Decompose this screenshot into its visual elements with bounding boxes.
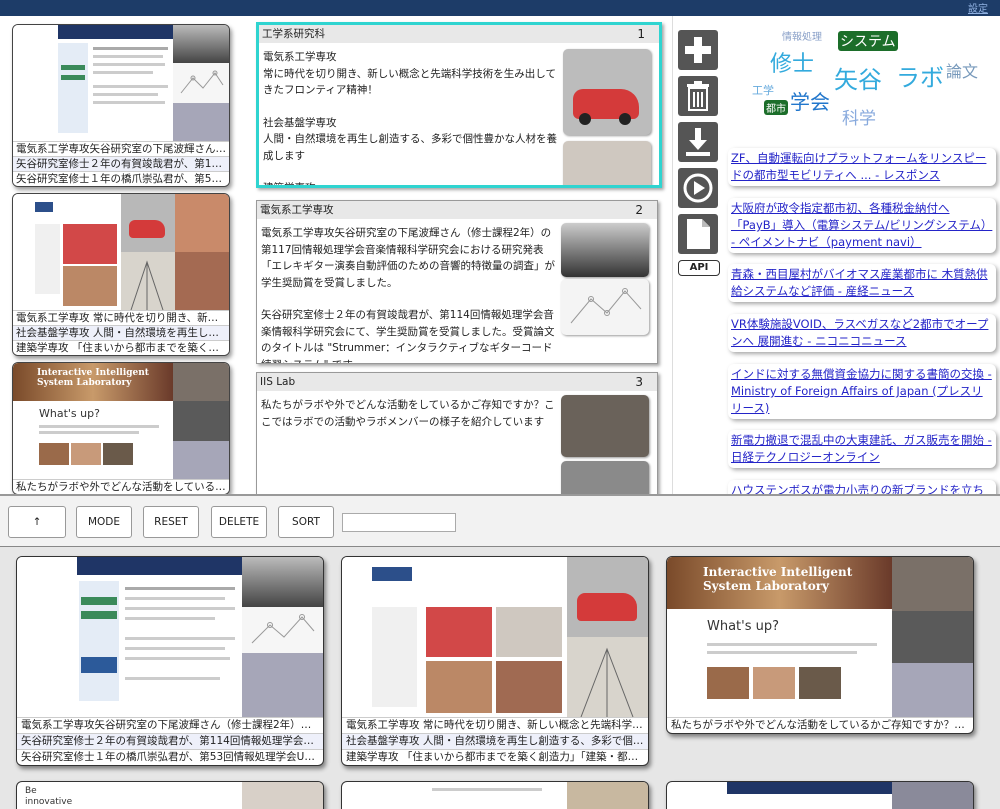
document-image-car [563, 49, 651, 135]
top-bar: 設定 [0, 0, 1000, 16]
thumbnail-caption: 私たちがラボや外でどんな活動をしている… [13, 479, 229, 494]
thumbnail-collage: Interactive Intelligent System Laborator… [13, 363, 229, 479]
thumbnail-caption: 矢谷研究室修士１年の橋爪崇弘君が、第53… [13, 171, 229, 186]
api-button[interactable]: API [678, 260, 720, 276]
document-paragraph: 建築学専攻 「住まいから都市までを築く創造力」「建築・都市の設計を行う [263, 182, 316, 188]
news-link[interactable]: インドに対する無償資金協力に関する書簡の交換 - Ministry of For… [728, 364, 996, 419]
grid-card[interactable] [666, 781, 974, 809]
thumbnail-caption: 電気系工学専攻 常に時代を切り開き、新… [13, 310, 229, 325]
document-paragraph: 矢谷研究室修士２年の有賀竣哉君が、第114回情報処理学会音楽情報科学研究会にて、… [261, 309, 555, 363]
delete-button[interactable]: DELETE [211, 506, 267, 538]
right-column: 情報処理 システム 修士 矢谷 ラボ 論文 工学 都市 学会 科学 ZF、自動運… [722, 16, 1000, 494]
whats-up-heading: What's up? [707, 619, 780, 634]
grid-collage: Interactive Intelligent System Laborator… [667, 557, 973, 717]
cloud-word[interactable]: 情報処理 [782, 28, 822, 43]
document-title: IIS Lab [260, 376, 296, 388]
cloud-word[interactable]: 工学 [752, 82, 774, 98]
grid-caption: 電気系工学専攻 常に時代を切り開き、新しい概念と先端科学… [342, 717, 648, 733]
cloud-word[interactable]: 科学 [842, 104, 876, 129]
plus-icon [685, 37, 711, 63]
grid-collage [342, 557, 648, 717]
corner-link[interactable]: 設定 [968, 0, 988, 15]
whats-up-heading: What's up? [39, 407, 100, 420]
add-button[interactable] [678, 30, 718, 70]
document-image-people [561, 395, 649, 457]
news-link[interactable]: 新電力撤退で混乱中の大東建託、ガス販売を開始 - 日経テクノロジーオンライン [728, 430, 996, 468]
document-image-diagram [561, 279, 649, 335]
news-link[interactable]: ZF、自動運転向けプラットフォームをリンスピードの都市型モビリティへ ... -… [728, 148, 996, 186]
lab-title: Interactive Intelligent System Laborator… [37, 368, 149, 388]
thumbnail-card[interactable]: Interactive Intelligent System Laborator… [12, 362, 230, 494]
left-thumbnail-column: 電気系工学専攻矢谷研究室の下尾波輝さん… 矢谷研究室修士２年の有賀竣哉君が、第1… [0, 16, 240, 494]
download-button[interactable] [678, 122, 718, 162]
cloud-word[interactable]: システム [838, 31, 898, 51]
grid-caption: 矢谷研究室修士１年の橋爪崇弘君が、第53回情報処理学会UBI… [17, 749, 323, 765]
action-toolbar: API [672, 16, 723, 494]
thumbnail-card[interactable]: 電気系工学専攻 常に時代を切り開き、新… 社会基盤学専攻 人間・自然環境を再生し… [12, 193, 230, 356]
partial-card-text: Be innovative [25, 786, 73, 807]
thumbnail-caption: 建築学専攻 「住まいから都市までを築く… [13, 340, 229, 355]
news-link[interactable]: VR体験施設VOID、ラスベガスなど2都市でオープンへ 展開進む - ニコニコニ… [728, 314, 996, 352]
document-button[interactable] [678, 214, 718, 254]
thumbnail-caption: 矢谷研究室修士２年の有賀竣哉君が、第11… [13, 156, 229, 171]
cloud-word[interactable]: 都市 [764, 100, 788, 115]
document-paragraph: 私たちがラボや外でどんな活動をしているかご存知ですか？ここではラボでの活動やラボ… [261, 399, 555, 428]
download-icon [686, 128, 710, 156]
document-number: 1 [637, 27, 645, 41]
document-paragraph: 電気系工学専攻 常に時代を切り開き、新しい概念と先端科学技術を生み出してきたフロ… [263, 51, 556, 96]
trash-icon [687, 81, 709, 111]
cloud-word[interactable]: 学会 [790, 86, 830, 115]
cloud-word[interactable]: ラボ [896, 58, 944, 93]
thumbnail-caption: 電気系工学専攻矢谷研究室の下尾波輝さん… [13, 141, 229, 156]
play-icon [683, 173, 713, 203]
document-card-selected[interactable]: 工学系研究科 1 電気系工学専攻 常に時代を切り開き、新しい概念と先端科学技術を生… [256, 22, 662, 188]
document-card[interactable]: 電気系工学専攻 2 電気系工学専攻矢谷研究室の下尾波輝さん（修士課程2年）の第11… [256, 200, 658, 364]
thumbnail-caption: 社会基盤学専攻 人間・自然環境を再生し… [13, 325, 229, 340]
document-image-towers [563, 141, 651, 185]
document-title: 電気系工学専攻 [260, 204, 334, 216]
lab-title: Interactive Intelligent System Laborator… [703, 565, 853, 593]
grid-card[interactable] [341, 781, 649, 809]
document-image-people [561, 461, 649, 494]
delete-button[interactable] [678, 76, 718, 116]
grid-card[interactable]: Be innovative [16, 781, 324, 809]
grid-card[interactable]: Interactive Intelligent System Laborator… [666, 556, 974, 734]
news-link[interactable]: ハウステンボスが電力小売りの新ブランドを立ち上げ [728, 480, 996, 494]
cloud-word[interactable]: 論文 [946, 58, 978, 82]
grid-caption: 私たちがラボや外でどんな活動をしているかご存知ですか？こ… [667, 717, 973, 733]
grid-card[interactable]: 電気系工学専攻 常に時代を切り開き、新しい概念と先端科学… 社会基盤学専攻 人間… [341, 556, 649, 766]
document-icon [687, 219, 710, 249]
document-column: 工学系研究科 1 電気系工学専攻 常に時代を切り開き、新しい概念と先端科学技術を生… [240, 16, 672, 494]
document-card[interactable]: IIS Lab 3 私たちがラボや外でどんな活動をしているかご存知ですか？ここでは… [256, 372, 658, 494]
cloud-word[interactable]: 矢谷 [834, 60, 882, 95]
grid-caption: 建築学専攻 「住まいから都市までを築く創造力」「建築・都… [342, 749, 648, 765]
sort-button[interactable]: SORT [278, 506, 334, 538]
grid-card[interactable]: 電気系工学専攻矢谷研究室の下尾波輝さん（修士課程2年）の… 矢谷研究室修士２年の… [16, 556, 324, 766]
document-number: 3 [635, 375, 643, 389]
grid-caption: 電気系工学専攻矢谷研究室の下尾波輝さん（修士課程2年）の… [17, 717, 323, 733]
up-button[interactable]: ↑ [8, 506, 66, 538]
control-bar: ↑ MODE RESET DELETE SORT [0, 496, 1000, 547]
play-button[interactable] [678, 168, 718, 208]
document-image-3d [561, 223, 649, 277]
word-cloud: 情報処理 システム 修士 矢谷 ラボ 論文 工学 都市 学会 科学 [722, 16, 1000, 138]
thumbnail-collage [13, 194, 229, 310]
thumbnail-collage [13, 25, 229, 141]
thumbnail-card[interactable]: 電気系工学専攻矢谷研究室の下尾波輝さん… 矢谷研究室修士２年の有賀竣哉君が、第1… [12, 24, 230, 187]
search-input[interactable] [342, 513, 456, 532]
news-link[interactable]: 大阪府が政令指定都市初、各種税金納付へ「PayB」導入（電算システム/ビリングシ… [728, 198, 996, 253]
grid-collage [17, 557, 323, 717]
document-paragraph: 電気系工学専攻矢谷研究室の下尾波輝さん（修士課程2年）の第117回情報処理学会音… [261, 227, 555, 289]
document-number: 2 [635, 203, 643, 217]
grid-caption: 矢谷研究室修士２年の有賀竣哉君が、第114回情報処理学会音楽… [17, 733, 323, 749]
reset-button[interactable]: RESET [143, 506, 199, 538]
news-link[interactable]: 青森・西目屋村がバイオマス産業都市に 木質熱供給システムなど評価 - 産経ニュー… [728, 264, 996, 302]
mode-button[interactable]: MODE [76, 506, 132, 538]
bottom-grid: 電気系工学専攻矢谷研究室の下尾波輝さん（修士課程2年）の… 矢谷研究室修士２年の… [0, 547, 1000, 809]
document-paragraph: 社会基盤学専攻 人間・自然環境を再生し創造する、多彩で個性豊かな人材を養成します [263, 116, 557, 162]
document-title: 工学系研究科 [262, 28, 325, 40]
grid-caption: 社会基盤学専攻 人間・自然環境を再生し創造する、多彩で個… [342, 733, 648, 749]
cloud-word[interactable]: 修士 [770, 46, 814, 78]
